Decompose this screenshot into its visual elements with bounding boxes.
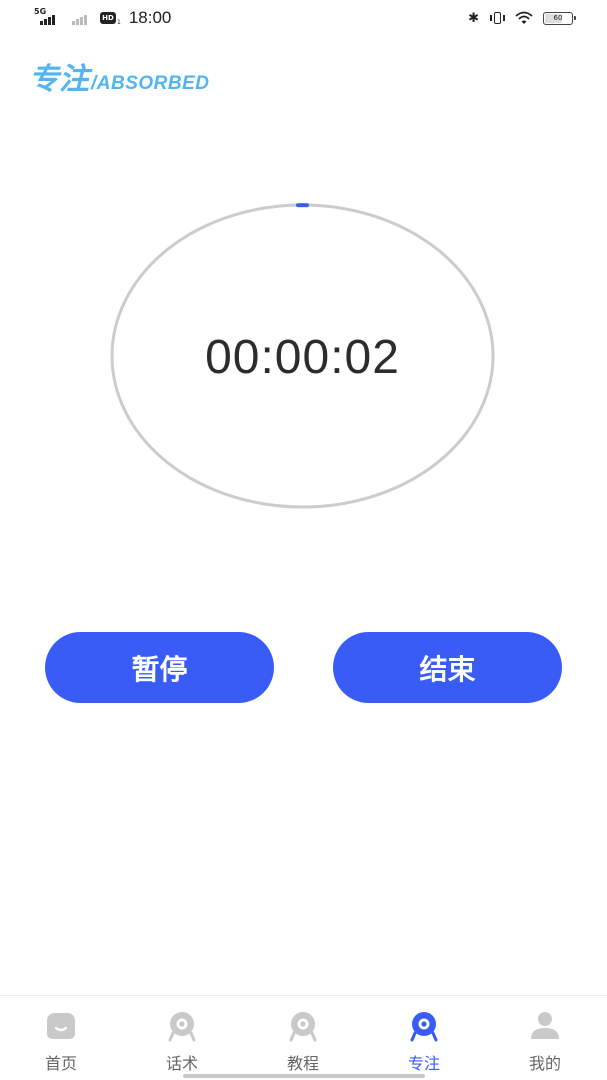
tutorial-icon (289, 1012, 317, 1042)
home-icon (47, 1013, 75, 1039)
status-right: ✱ 60 (468, 9, 576, 27)
page-title-en: /ABSORBED (91, 73, 210, 94)
bluetooth-icon: ✱ (468, 10, 479, 26)
tab-home[interactable]: 首页 (21, 1009, 101, 1074)
tab-profile[interactable]: 我的 (505, 1009, 585, 1074)
vibrate-icon (489, 11, 505, 25)
status-left: 5G HD 1 18:00 (34, 8, 171, 28)
pause-button[interactable]: 暂停 (45, 632, 274, 703)
end-button[interactable]: 结束 (333, 632, 562, 703)
tab-focus-label: 专注 (407, 1054, 440, 1073)
bottom-tab-bar: 首页 话术 教程 专注 我的 (0, 995, 607, 1080)
signal-icon: 5G (34, 8, 62, 28)
tab-script-label: 话术 (165, 1054, 198, 1073)
clock-time: 18:00 (128, 8, 172, 27)
status-bar: 5G HD 1 18:00 ✱ 60 (0, 0, 607, 36)
page-title: 专注 /ABSORBED (29, 54, 210, 98)
tab-script[interactable]: 话术 (142, 1009, 222, 1074)
hd-sub: 1 (117, 18, 121, 26)
tab-focus[interactable]: 专注 (384, 1009, 464, 1074)
timer-display: 00:00:02 (205, 331, 400, 384)
focus-icon (410, 1012, 438, 1042)
hd-icon: HD (100, 12, 116, 24)
tab-home-label: 首页 (44, 1054, 77, 1073)
page-title-zh: 专注 (29, 62, 89, 97)
signal-2-icon (72, 8, 96, 28)
battery-icon: 60 (543, 11, 576, 25)
battery-level: 60 (553, 14, 563, 22)
wifi-icon (515, 11, 533, 24)
home-indicator[interactable] (183, 1074, 425, 1078)
tab-tutorial-label: 教程 (286, 1054, 319, 1073)
tab-profile-label: 我的 (528, 1054, 561, 1073)
profile-icon (531, 1012, 559, 1039)
tab-tutorial[interactable]: 教程 (263, 1009, 343, 1074)
script-icon (168, 1012, 196, 1042)
